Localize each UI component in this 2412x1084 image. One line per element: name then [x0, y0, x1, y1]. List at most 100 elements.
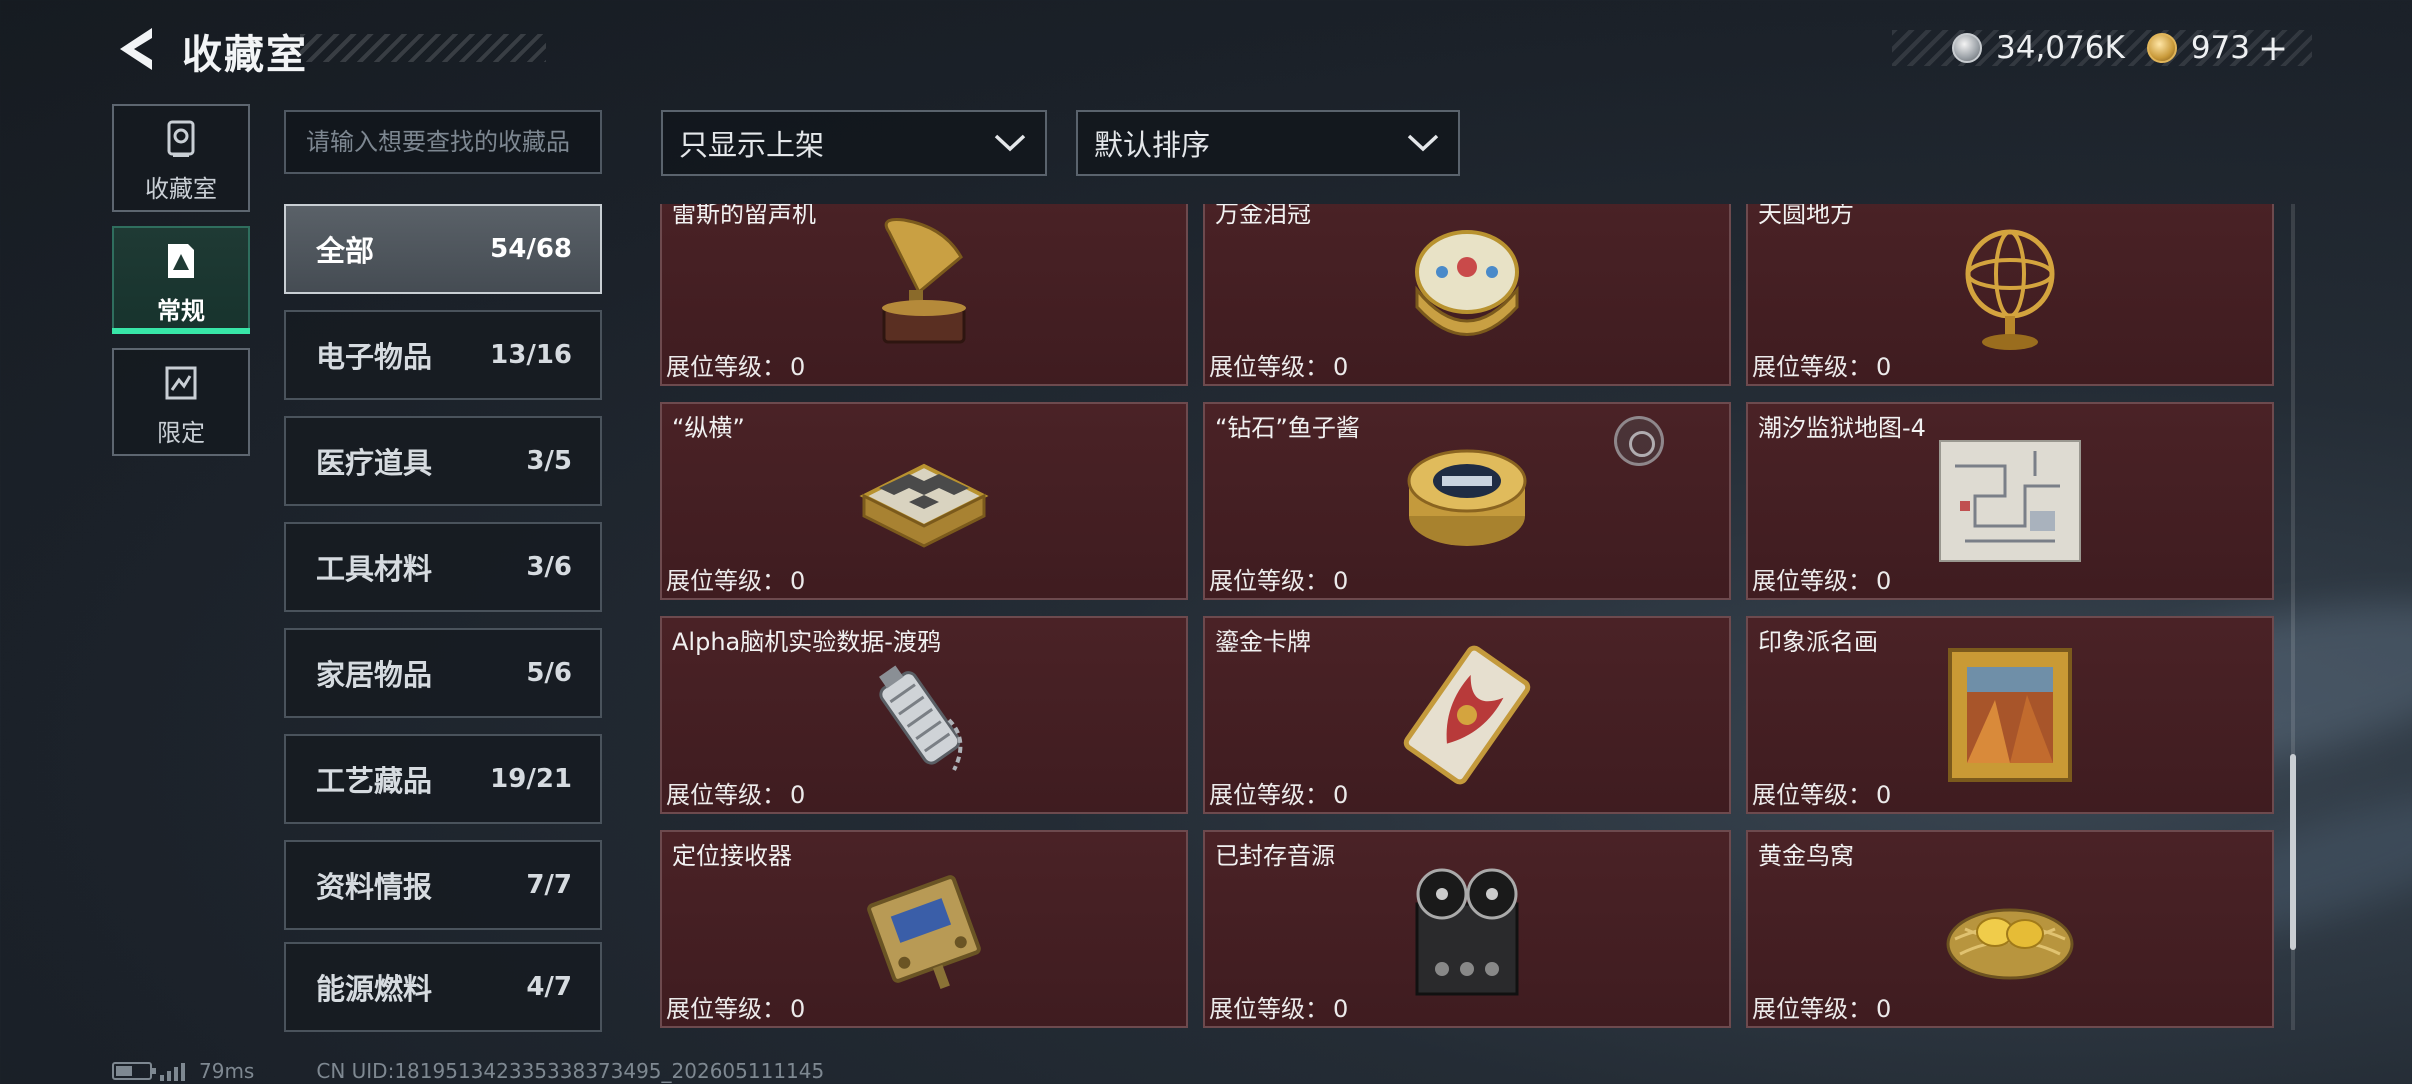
armillary-sphere-icon [1965, 229, 2055, 350]
item-level: 展位等级： 0 [1209, 989, 1348, 1024]
category-count: 3/6 [526, 552, 572, 582]
category-crafts[interactable]: 工艺藏品 19/21 [284, 734, 602, 824]
chevron-down-icon [994, 134, 1026, 152]
item-name: 天圆地方 [1758, 204, 1854, 228]
display-filter-value: 只显示上架 [679, 128, 825, 162]
level-label: 展位等级： [666, 567, 786, 595]
level-value: 0 [1333, 353, 1349, 381]
level-value: 0 [790, 567, 806, 595]
grid-scrollbar-thumb[interactable] [2290, 754, 2296, 950]
locator-receiver-icon [867, 875, 981, 989]
category-name: 全部 [316, 234, 375, 268]
target-reticle-button[interactable] [1614, 416, 1664, 466]
category-tools[interactable]: 工具材料 3/6 [284, 522, 602, 612]
add-currency-button[interactable]: + [2258, 28, 2288, 69]
level-value: 0 [790, 995, 806, 1023]
item-name: 已封存音源 [1215, 842, 1335, 870]
rail-tab-label: 限定 [157, 419, 205, 447]
signal-icon [160, 1061, 185, 1081]
category-electronics[interactable]: 电子物品 13/16 [284, 310, 602, 400]
category-name: 电子物品 [316, 340, 433, 374]
item-name: 印象派名画 [1758, 628, 1878, 656]
prison-map-icon [1939, 440, 2081, 562]
data-canister-icon [879, 665, 963, 771]
collection-card[interactable]: Alpha脑机实验数据-渡鸦 展位等级： 0 [660, 616, 1188, 814]
category-count: 5/6 [526, 658, 572, 688]
limited-card-icon [165, 366, 197, 400]
level-value: 0 [790, 781, 806, 809]
collection-card[interactable]: 万金泪冠 展位等级： 0 [1203, 204, 1731, 386]
item-level: 展位等级： 0 [1752, 775, 1891, 810]
item-level: 展位等级： 0 [1209, 347, 1348, 382]
item-level: 展位等级： 0 [1209, 561, 1348, 596]
category-all[interactable]: 全部 54/68 [284, 204, 602, 294]
silver-coin-icon [1952, 33, 1982, 63]
level-label: 展位等级： [1752, 567, 1872, 595]
item-name: “纵横” [672, 414, 745, 442]
collection-card[interactable]: 雷斯的留声机 展位等级： 0 [660, 204, 1188, 386]
collection-card[interactable]: 黄金鸟窝 展位等级： 0 [1746, 830, 2274, 1028]
item-name: 潮汐监狱地图-4 [1758, 414, 1926, 442]
item-level: 展位等级： 0 [1752, 989, 1891, 1024]
level-label: 展位等级： [1209, 995, 1329, 1023]
collection-card[interactable]: 鎏金卡牌 展位等级： 0 [1203, 616, 1731, 814]
display-filter-dropdown[interactable]: 只显示上架 [661, 110, 1047, 176]
page-title: 收藏室 [182, 32, 308, 78]
category-count: 19/21 [490, 764, 572, 794]
category-count: 13/16 [490, 340, 572, 370]
collection-card[interactable]: 天圆地方 展位等级： 0 [1746, 204, 2274, 386]
category-name: 家居物品 [316, 658, 433, 692]
level-value: 0 [1876, 781, 1892, 809]
level-label: 展位等级： [666, 781, 786, 809]
rail-tab-label: 常规 [157, 297, 205, 325]
collection-card[interactable]: 印象派名画 展位等级： 0 [1746, 616, 2274, 814]
title-decoration [300, 34, 546, 62]
category-name: 工艺藏品 [316, 764, 433, 798]
rail-tab-vault[interactable]: 收藏室 [112, 104, 250, 212]
category-name: 资料情报 [316, 870, 433, 904]
item-name: Alpha脑机实验数据-渡鸦 [672, 628, 941, 656]
sort-dropdown[interactable]: 默认排序 [1076, 110, 1460, 176]
category-name: 医疗道具 [316, 446, 433, 480]
category-name: 能源燃料 [316, 972, 433, 1006]
category-energy[interactable]: 能源燃料 4/7 [284, 942, 602, 1032]
silver-currency-value: 34,076K [1996, 30, 2125, 66]
ping-value: 79ms [199, 1059, 255, 1083]
sort-value: 默认排序 [1094, 128, 1211, 162]
item-level: 展位等级： 0 [1752, 347, 1891, 382]
collection-grid[interactable]: 雷斯的留声机 展位等级： 0 万金泪冠 展位等级： 0 天圆地方 展位等级： 0 “纵… [660, 204, 2276, 1030]
search-input[interactable] [284, 110, 602, 174]
collection-card[interactable]: 定位接收器 展位等级： 0 [660, 830, 1188, 1028]
rail-tab-limited[interactable]: 限定 [112, 348, 250, 456]
collection-card[interactable]: 潮汐监狱地图-4 展位等级： 0 [1746, 402, 2274, 600]
top-bar: 收藏室 34,076K 973 + [0, 0, 2412, 100]
collection-card[interactable]: 已封存音源 展位等级： 0 [1203, 830, 1731, 1028]
level-value: 0 [1876, 995, 1892, 1023]
level-value: 0 [1876, 567, 1892, 595]
item-level: 展位等级： 0 [666, 775, 805, 810]
level-label: 展位等级： [666, 995, 786, 1023]
level-value: 0 [1333, 781, 1349, 809]
item-name: “钻石”鱼子酱 [1215, 414, 1360, 442]
rail-tab-regular[interactable]: 常规 [112, 226, 250, 334]
item-name: 鎏金卡牌 [1215, 628, 1311, 656]
currency-bar: 34,076K 973 + [1892, 28, 2312, 69]
level-label: 展位等级： [1209, 353, 1329, 381]
category-household[interactable]: 家居物品 5/6 [284, 628, 602, 718]
category-intel[interactable]: 资料情报 7/7 [284, 840, 602, 930]
category-count: 3/5 [526, 446, 572, 476]
gramophone-icon [882, 218, 966, 344]
battery-icon [112, 1062, 156, 1080]
collection-card[interactable]: “纵横” 展位等级： 0 [660, 402, 1188, 600]
level-label: 展位等级： [1752, 781, 1872, 809]
uid-text: CN UID:181951342335338373495_20260511114… [316, 1059, 825, 1083]
rail-tab-label: 收藏室 [145, 175, 217, 203]
back-arrow-icon [120, 28, 152, 70]
chessboard-icon [859, 463, 989, 548]
back-button[interactable] [112, 22, 160, 76]
jeweled-egg-icon [1415, 230, 1519, 336]
category-count: 7/7 [526, 870, 572, 900]
category-medical[interactable]: 医疗道具 3/5 [284, 416, 602, 506]
item-level: 展位等级： 0 [666, 989, 805, 1024]
gold-coin-icon [2146, 33, 2177, 63]
